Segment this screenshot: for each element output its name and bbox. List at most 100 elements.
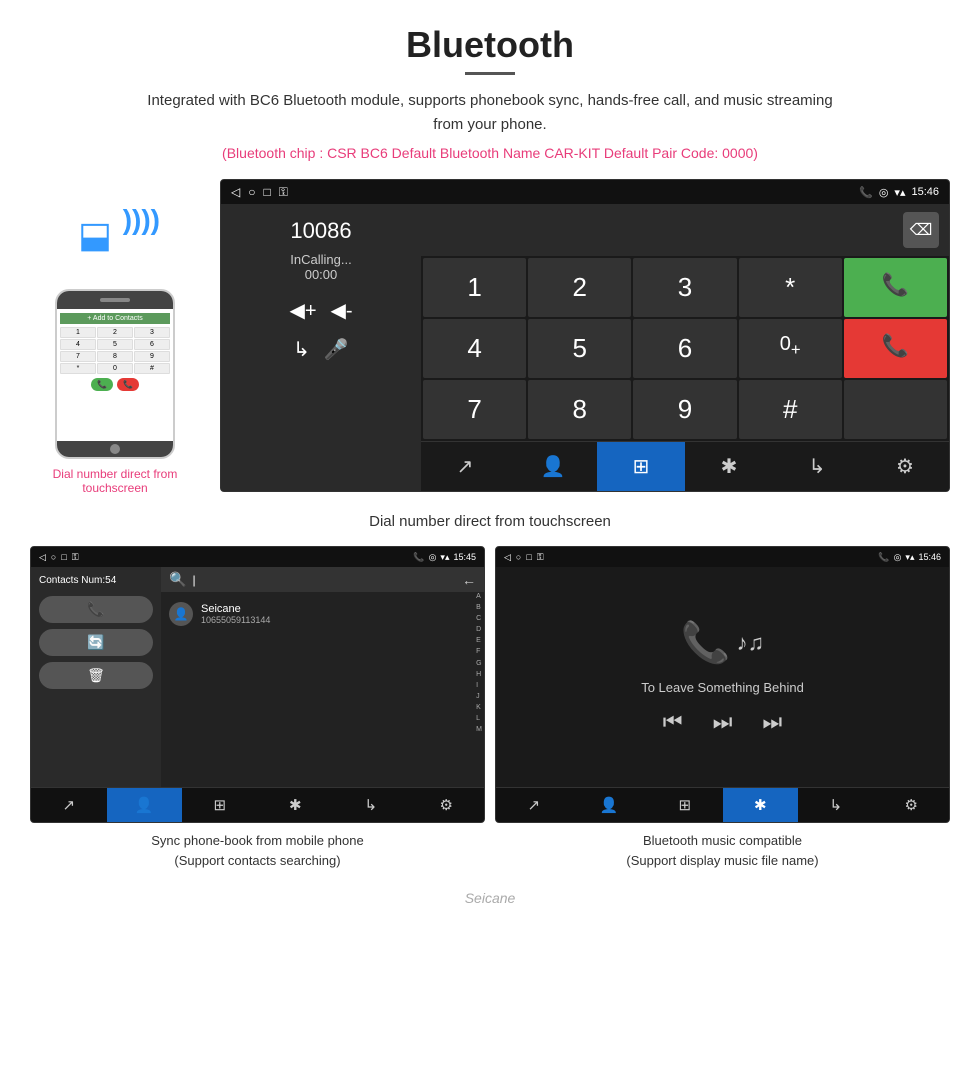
pb-status-right: 📞 ◎ ▾▴ 15:45 xyxy=(413,552,476,563)
dial-right-panel: ⌫ 1 2 3 * 📞 4 5 6 0+ 📞 7 8 9 # xyxy=(421,204,949,491)
dial-key-2[interactable]: 2 xyxy=(528,258,631,317)
dial-bottom-transfer[interactable]: ↗ xyxy=(421,442,509,491)
title-underline xyxy=(465,72,515,75)
music-location-icon: ◎ xyxy=(894,552,902,563)
mic-button[interactable]: 🎤 xyxy=(324,337,349,362)
dial-backspace-button[interactable]: ⌫ xyxy=(903,212,939,248)
volume-down-button[interactable]: ◀- xyxy=(331,298,353,323)
dial-bottom-bluetooth[interactable]: ✱ xyxy=(685,442,773,491)
pb-bottom-phonebook[interactable]: ↳ xyxy=(333,788,409,822)
home-icon: ○ xyxy=(248,185,255,199)
pb-alpha-h: H xyxy=(476,670,482,679)
page-description: Integrated with BC6 Bluetooth module, su… xyxy=(140,89,840,137)
phone-key-8: 8 xyxy=(97,351,133,362)
dial-call-accept-button[interactable]: 📞 xyxy=(844,258,947,317)
pb-alpha-m: M xyxy=(476,725,482,734)
music-bottom-contacts[interactable]: 👤 xyxy=(572,788,648,822)
phonebook-left-sidebar: Contacts Num:54 📞 🔄 🗑 xyxy=(31,567,161,787)
volume-up-button[interactable]: ◀+ xyxy=(289,298,316,323)
phone-key-4: 4 xyxy=(60,339,96,350)
dial-bottom-keypad[interactable]: ⊞ xyxy=(597,442,685,491)
phonebook-bottom-bar: ↗ 👤 ⊞ ✱ ↳ ⚙ xyxy=(31,787,484,822)
pb-delete-button[interactable]: 🗑 xyxy=(39,662,153,689)
pb-contact-item[interactable]: 👤 Seicane 10655059113144 xyxy=(169,598,476,630)
pb-call-button[interactable]: 📞 xyxy=(39,596,153,623)
dial-keypad: 1 2 3 * 📞 4 5 6 0+ 📞 7 8 9 # xyxy=(421,256,949,441)
dial-key-7[interactable]: 7 xyxy=(423,380,526,439)
back-icon: ◁ xyxy=(231,185,240,199)
phone-key-hash: # xyxy=(134,363,170,374)
pb-search-icon: 🔍 xyxy=(169,571,186,588)
pb-back-button[interactable]: ← xyxy=(462,572,476,588)
pb-bottom-transfer[interactable]: ↗ xyxy=(31,788,107,822)
music-prev-button[interactable]: ⏮ xyxy=(663,709,683,735)
dial-key-4[interactable]: 4 xyxy=(423,319,526,378)
dial-bottom-settings[interactable]: ⚙ xyxy=(861,442,949,491)
call-timer-display: 00:00 xyxy=(235,267,407,282)
phonebook-content: Contacts Num:54 📞 🔄 🗑 🔍 ← 👤 xyxy=(31,567,484,787)
dial-key-hash[interactable]: # xyxy=(739,380,842,439)
pb-recents-icon: □ xyxy=(61,552,66,563)
dial-key-star[interactable]: * xyxy=(739,258,842,317)
call-status-icon: 📞 xyxy=(859,186,873,199)
pb-search-input[interactable] xyxy=(192,573,456,587)
music-next-button[interactable]: ⏭ xyxy=(713,709,733,735)
dial-key-5[interactable]: 5 xyxy=(528,319,631,378)
music-bottom-phonebook[interactable]: ↳ xyxy=(798,788,874,822)
dial-key-0plus[interactable]: 0+ xyxy=(739,319,842,378)
phone-image: + Add to Contacts 1 2 3 4 5 6 7 8 9 * 0 … xyxy=(55,289,175,459)
music-bottom-settings[interactable]: ⚙ xyxy=(874,788,950,822)
pb-status-left: ◁ ○ □ ⚿ xyxy=(39,552,79,563)
music-caption-line2: (Support display music file name) xyxy=(626,853,818,868)
android-status-bar: ◁ ○ □ ⚿ 📞 ◎ ▾▴ 15:46 xyxy=(221,180,949,204)
music-screen-container: ◁ ○ □ ⚿ 📞 ◎ ▾▴ 15:46 📞 ♪♫ To Leave Somet… xyxy=(495,546,950,874)
music-bottom-keypad[interactable]: ⊞ xyxy=(647,788,723,822)
phone-not-included-label: Dial number direct from touchscreen xyxy=(30,467,200,495)
dial-key-6[interactable]: 6 xyxy=(633,319,736,378)
page-specs: (Bluetooth chip : CSR BC6 Default Blueto… xyxy=(0,145,980,161)
dial-caption: Dial number direct from touchscreen xyxy=(0,505,980,546)
pb-alpha-e: E xyxy=(476,636,482,645)
pb-search-bar: 🔍 ← xyxy=(161,567,484,592)
music-bottom-bluetooth[interactable]: ✱ xyxy=(723,788,799,822)
music-status-bar: ◁ ○ □ ⚿ 📞 ◎ ▾▴ 15:46 xyxy=(496,547,949,567)
pb-contact-info: Seicane 10655059113144 xyxy=(201,603,270,625)
time-display: 15:46 xyxy=(911,186,939,198)
pb-bottom-contacts[interactable]: 👤 xyxy=(107,788,183,822)
music-skip-button[interactable]: ⏭ xyxy=(762,709,782,735)
wifi-icon: ▾▴ xyxy=(894,186,905,199)
status-bar-left: ◁ ○ □ ⚿ xyxy=(231,185,288,200)
music-bottom-bar: ↗ 👤 ⊞ ✱ ↳ ⚙ xyxy=(496,787,949,822)
pb-call-icon: 📞 xyxy=(413,552,424,563)
music-note-icon: ♪♫ xyxy=(737,630,765,656)
dial-call-reject-button[interactable]: 📞 xyxy=(844,319,947,378)
dial-bottom-bar: ↗ 👤 ⊞ ✱ ↳ ⚙ xyxy=(421,441,949,491)
dial-bottom-contacts[interactable]: 👤 xyxy=(509,442,597,491)
phone-key-3: 3 xyxy=(134,327,170,338)
transfer-button[interactable]: ↳ xyxy=(293,337,310,362)
call-status-text: InCalling... xyxy=(235,252,407,267)
dial-content: 10086 InCalling... 00:00 ◀+ ◀- ↳ 🎤 ⌫ xyxy=(221,204,949,491)
dial-key-9[interactable]: 9 xyxy=(633,380,736,439)
phone-top-bar xyxy=(57,291,173,309)
pb-sync-button[interactable]: 🔄 xyxy=(39,629,153,656)
status-bar-right: 📞 ◎ ▾▴ 15:46 xyxy=(859,186,939,199)
pb-alpha-list: A B C D E F G H I J K L M xyxy=(476,592,482,787)
pb-bottom-bluetooth[interactable]: ✱ xyxy=(258,788,334,822)
pb-back-icon: ◁ xyxy=(39,552,46,563)
music-bottom-transfer[interactable]: ↗ xyxy=(496,788,572,822)
phone-screen-header: + Add to Contacts xyxy=(60,313,170,324)
dial-bottom-phonebook[interactable]: ↳ xyxy=(773,442,861,491)
dial-key-1[interactable]: 1 xyxy=(423,258,526,317)
music-track-name: To Leave Something Behind xyxy=(641,680,804,695)
page-header: Bluetooth Integrated with BC6 Bluetooth … xyxy=(0,0,980,179)
pb-bottom-settings[interactable]: ⚙ xyxy=(409,788,485,822)
pb-alpha-f: F xyxy=(476,647,482,656)
phonebook-caption: Sync phone-book from mobile phone (Suppo… xyxy=(147,823,367,874)
dial-key-8[interactable]: 8 xyxy=(528,380,631,439)
location-icon: ◎ xyxy=(879,186,889,199)
pb-bottom-keypad[interactable]: ⊞ xyxy=(182,788,258,822)
pb-wifi-icon: ▾▴ xyxy=(440,552,449,563)
recents-icon: □ xyxy=(263,185,270,199)
dial-key-3[interactable]: 3 xyxy=(633,258,736,317)
